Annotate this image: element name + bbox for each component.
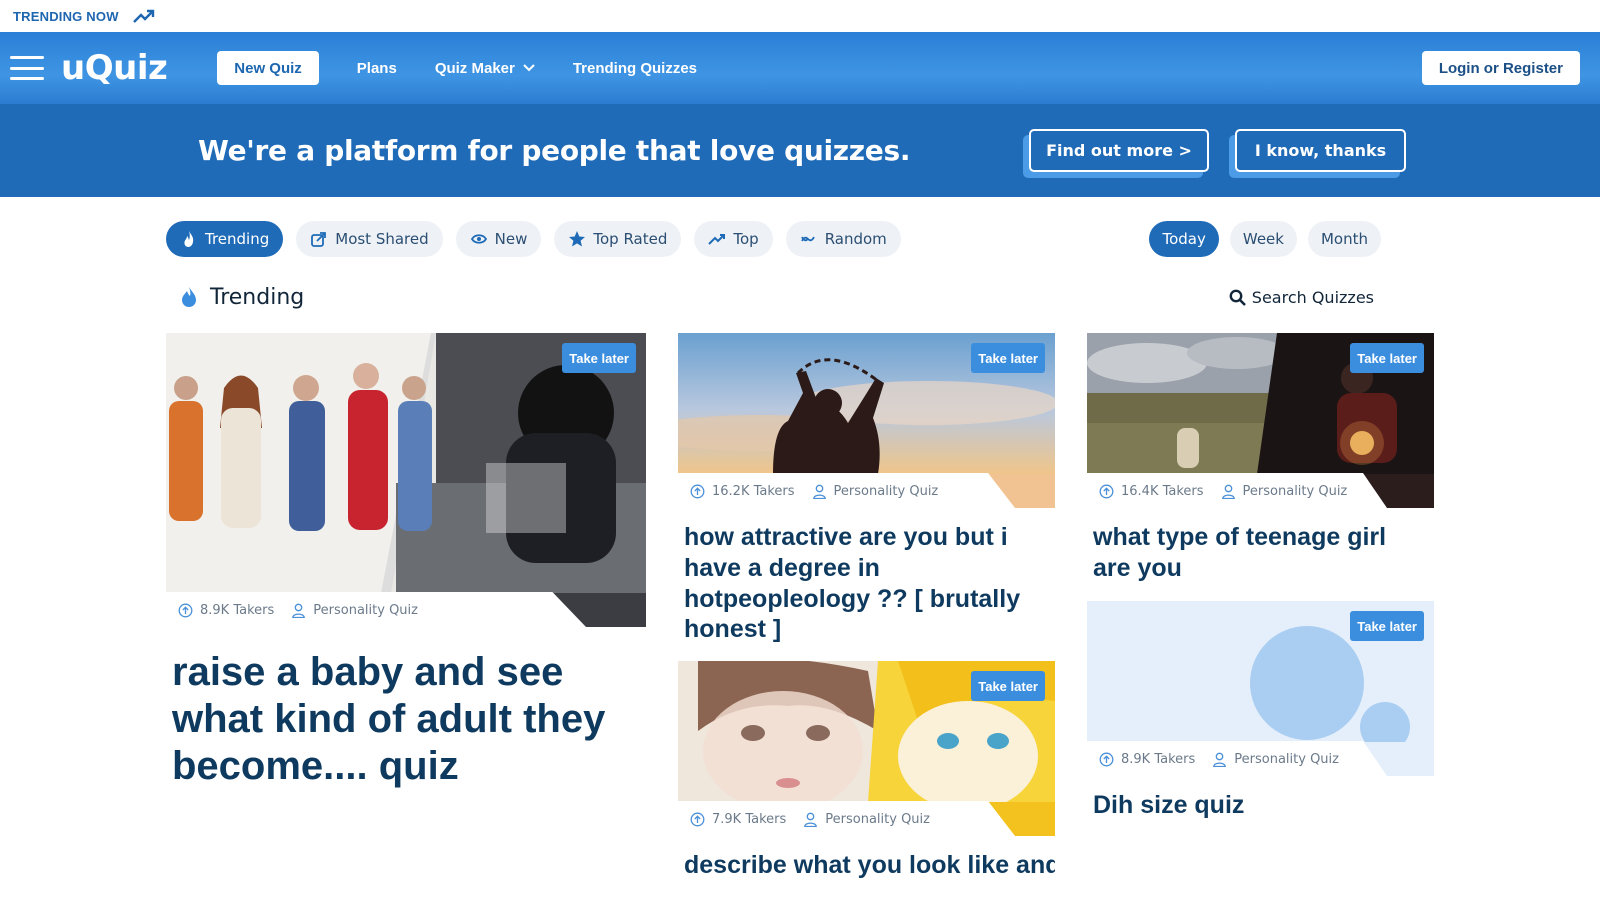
quiz-card[interactable]: Take later 7.9K Takers Personality Quiz … [678, 661, 1055, 906]
takers-icon [1099, 484, 1114, 498]
filter-bar: Trending Most Shared New Top Rated Top R… [0, 197, 1600, 265]
tab-new-label: New [494, 230, 528, 248]
time-today[interactable]: Today [1149, 221, 1219, 257]
takers-icon [690, 484, 705, 498]
quiz-type: Personality Quiz [833, 483, 939, 499]
tab-most-shared-label: Most Shared [335, 230, 429, 248]
takers-icon [178, 603, 193, 617]
share-icon [311, 232, 327, 247]
takers-count: 16.4K Takers [1121, 483, 1204, 499]
quiz-thumbnail[interactable]: Take later [678, 661, 1055, 802]
trending-now-label: TRENDING NOW [13, 8, 119, 24]
take-later-button[interactable]: Take later [1350, 343, 1424, 373]
quiz-type: Personality Quiz [1242, 483, 1348, 499]
take-later-button[interactable]: Take later [1350, 611, 1424, 641]
time-filter: Today Week Month [1149, 221, 1392, 257]
person-icon [804, 812, 818, 827]
quiz-thumbnail[interactable]: Take later [1087, 601, 1434, 742]
section-title: Trending [210, 284, 305, 310]
quiz-card[interactable]: Take later 8.9K Takers Personality Quiz … [166, 333, 646, 789]
find-out-more-button[interactable]: Find out more > [1023, 129, 1209, 178]
tab-trending-label: Trending [205, 230, 270, 248]
quiz-title[interactable]: what type of teenage girl are you [1087, 508, 1434, 584]
section-header: Trending Search Quizzes [0, 265, 1600, 315]
takers-count: 16.2K Takers [712, 483, 795, 499]
plans-link[interactable]: Plans [357, 60, 397, 77]
tab-top-label: Top [733, 230, 759, 248]
tab-random[interactable]: Random [785, 221, 901, 257]
person-icon [1221, 484, 1235, 499]
takers-count: 8.9K Takers [1121, 751, 1196, 767]
quiz-meta: 16.4K Takers Personality Quiz [1087, 473, 1434, 508]
quiz-card[interactable]: Take later 16.2K Takers Personality Quiz… [678, 333, 1055, 645]
time-week[interactable]: Week [1229, 221, 1297, 257]
search-icon [1229, 289, 1246, 306]
quiz-title[interactable]: raise a baby and see what kind of adult … [166, 627, 646, 789]
person-icon [1213, 752, 1227, 767]
trending-up-icon [132, 9, 154, 23]
take-later-button[interactable]: Take later [971, 671, 1045, 701]
tab-trending[interactable]: Trending [166, 221, 284, 257]
flame-icon [182, 287, 196, 307]
dismiss-banner-button[interactable]: I know, thanks [1229, 129, 1406, 178]
take-later-button[interactable]: Take later [562, 343, 636, 373]
banner-text: We're a platform for people that love qu… [198, 134, 911, 167]
search-quizzes-button[interactable]: Search Quizzes [1229, 288, 1374, 307]
trending-up-icon [708, 234, 726, 245]
new-icon [470, 234, 487, 244]
navbar: uQuiz New Quiz Plans Quiz Maker Trending… [0, 32, 1600, 104]
quiz-meta: 8.9K Takers Personality Quiz [166, 592, 646, 627]
quiz-meta: 16.2K Takers Personality Quiz [678, 473, 1055, 508]
quiz-thumbnail[interactable]: Take later [166, 333, 646, 593]
tab-most-shared[interactable]: Most Shared [296, 221, 443, 257]
quiz-title[interactable]: describe what you look like and get a dr… [678, 836, 1055, 906]
login-register-button[interactable]: Login or Register [1421, 51, 1580, 85]
takers-icon [690, 812, 705, 826]
search-quizzes-label: Search Quizzes [1251, 287, 1374, 307]
quiz-maker-label: Quiz Maker [434, 59, 515, 77]
tab-random-label: Random [824, 230, 887, 248]
tab-top-rated[interactable]: Top Rated [554, 221, 682, 257]
flame-icon [184, 231, 194, 247]
chevron-down-icon [523, 64, 535, 72]
quiz-card[interactable]: Take later 16.4K Takers Personality Quiz… [1087, 333, 1434, 584]
promo-banner: We're a platform for people that love qu… [0, 104, 1600, 197]
person-icon [812, 484, 826, 499]
takers-count: 8.9K Takers [200, 602, 275, 618]
quiz-title[interactable]: how attractive are you but i have a degr… [678, 508, 1055, 645]
shuffle-icon [800, 236, 815, 242]
time-month[interactable]: Month [1307, 221, 1381, 257]
quiz-meta: 7.9K Takers Personality Quiz [678, 801, 1055, 836]
find-out-more-label: Find out more > [1029, 129, 1209, 172]
quiz-type: Personality Quiz [825, 811, 930, 827]
star-icon [569, 231, 586, 247]
quiz-meta: 8.9K Takers Personality Quiz [1087, 741, 1434, 776]
nav-links: New Quiz Plans Quiz Maker Trending Quizz… [217, 51, 697, 85]
tab-new[interactable]: New [455, 221, 542, 257]
quiz-thumbnail[interactable]: Take later [678, 333, 1055, 474]
dismiss-label: I know, thanks [1235, 129, 1406, 172]
quiz-type: Personality Quiz [1234, 751, 1339, 767]
new-quiz-button[interactable]: New Quiz [217, 51, 319, 85]
logo[interactable]: uQuiz [61, 48, 168, 88]
person-icon [292, 603, 306, 618]
takers-icon [1099, 752, 1114, 766]
quiz-type: Personality Quiz [313, 602, 418, 618]
menu-icon[interactable] [10, 56, 44, 80]
tab-top[interactable]: Top [694, 221, 773, 257]
quiz-maker-dropdown[interactable]: Quiz Maker [435, 60, 535, 77]
trending-quizzes-link[interactable]: Trending Quizzes [573, 60, 697, 77]
quiz-thumbnail[interactable]: Take later [1087, 333, 1434, 474]
quiz-card[interactable]: Take later 8.9K Takers Personality Quiz … [1087, 601, 1434, 821]
quiz-title[interactable]: Dih size quiz [1087, 776, 1434, 821]
takers-count: 7.9K Takers [712, 811, 787, 827]
take-later-button[interactable]: Take later [971, 343, 1045, 373]
tab-top-rated-label: Top Rated [593, 230, 668, 248]
trending-now-strip: TRENDING NOW [0, 0, 1600, 32]
